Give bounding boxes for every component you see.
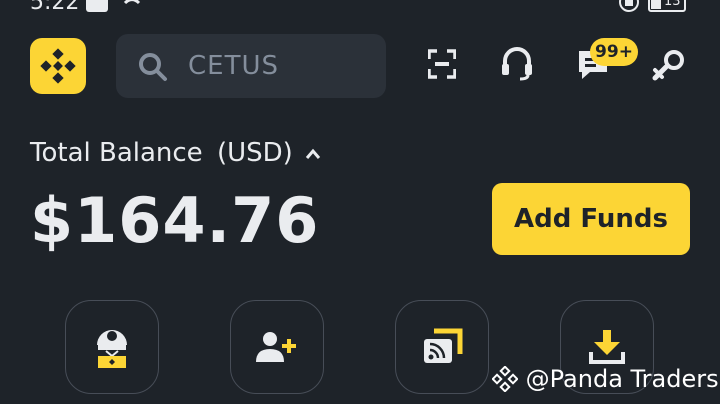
lock-status-icon	[619, 0, 639, 12]
headset-icon[interactable]	[500, 46, 534, 82]
balance-currency: (USD)	[216, 138, 293, 168]
status-time: 5:22	[30, 0, 80, 15]
action-earn[interactable]	[65, 300, 159, 394]
search-input[interactable]: CETUS	[188, 51, 279, 81]
deposit-icon	[589, 330, 625, 364]
battery-indicator: 13	[648, 0, 686, 12]
send-icon[interactable]	[652, 50, 686, 82]
action-add-user[interactable]	[230, 300, 324, 394]
wifi-icon	[123, 0, 141, 5]
balance-amount: $164.76	[30, 184, 320, 257]
live-icon	[424, 328, 463, 363]
add-user-icon	[256, 332, 296, 362]
scan-icon[interactable]	[428, 46, 456, 82]
watermark: @Panda Traders	[491, 364, 719, 393]
battery-level: 13	[664, 0, 681, 9]
search-bar[interactable]: CETUS	[116, 34, 386, 98]
binance-watermark-icon	[491, 365, 519, 393]
binance-logo-icon[interactable]	[30, 38, 86, 94]
action-live[interactable]	[395, 300, 489, 394]
add-funds-button[interactable]: Add Funds	[492, 183, 690, 255]
balance-title: Total Balance	[30, 138, 203, 168]
notification-badge: 99+	[590, 38, 638, 66]
search-icon	[139, 53, 167, 81]
total-balance-label[interactable]: Total Balance (USD)	[30, 138, 321, 168]
watermark-text: @Panda Traders	[525, 365, 719, 393]
chevron-up-icon	[305, 148, 321, 159]
earn-icon	[97, 330, 127, 368]
notification-x-icon	[86, 0, 108, 12]
